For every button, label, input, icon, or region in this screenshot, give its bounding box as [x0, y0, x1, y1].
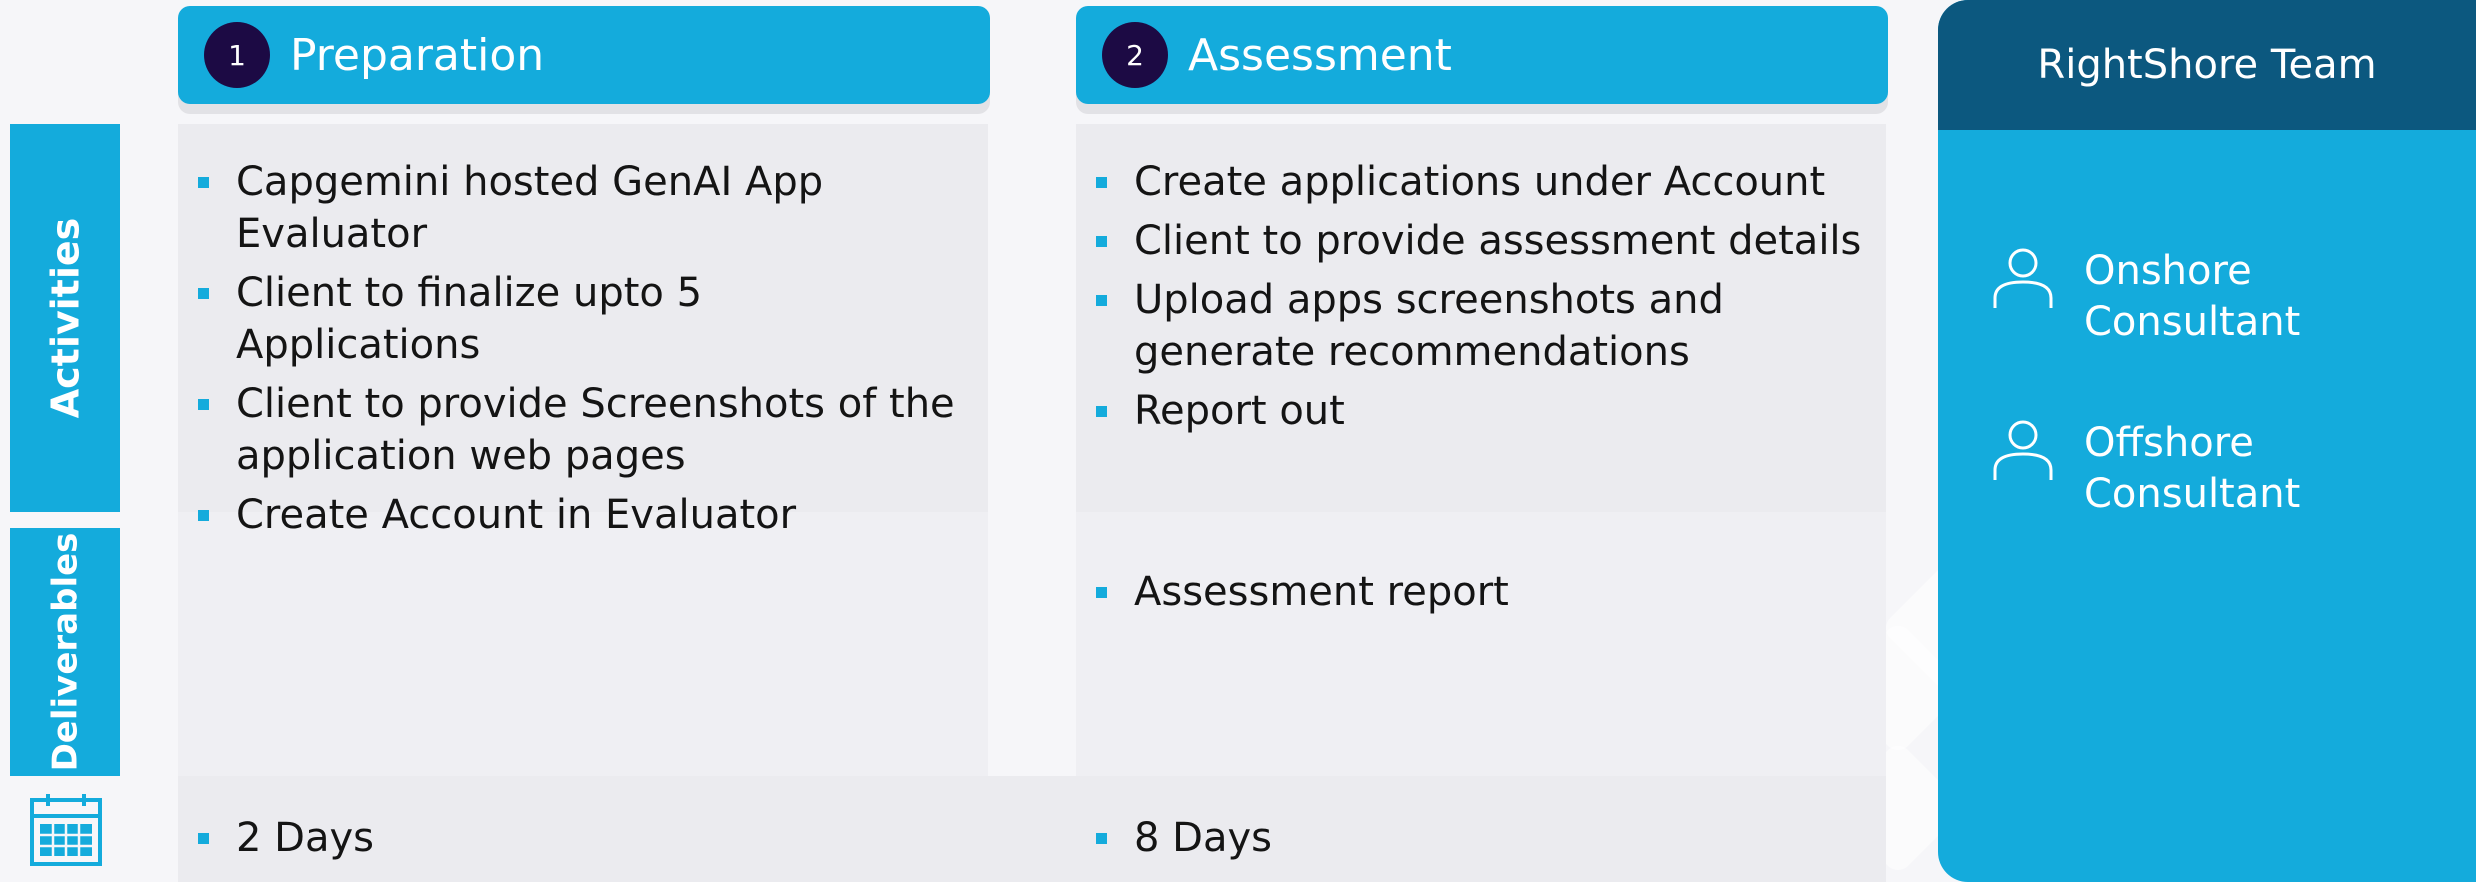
row-label-text: Activities — [43, 217, 88, 419]
duration-text: 8 Days — [1096, 812, 1496, 864]
phase-title: Assessment — [1188, 29, 1452, 81]
list-item: Report out — [1096, 385, 1876, 437]
row-label-activities: Activities — [10, 124, 120, 512]
preparation-duration: 2 Days — [198, 812, 598, 871]
list-item: Create applications under Account — [1096, 156, 1876, 208]
preparation-activities-list: Capgemini hosted GenAI App Evaluator Cli… — [198, 156, 958, 548]
list-item: Client to finalize upto 5 Applications — [198, 267, 958, 371]
list-item: Create Account in Evaluator — [198, 489, 958, 541]
row-label-deliverables: Deliverables — [10, 528, 120, 776]
member-name: Onshore Consultant — [2084, 248, 2301, 345]
person-icon — [1993, 420, 2053, 480]
team-member-onshore: Onshore Consultant — [1992, 246, 2344, 348]
phase-number-badge: 1 — [204, 22, 270, 88]
cell-preparation-deliverables — [178, 512, 988, 776]
phase-header-assessment: 2 Assessment — [1076, 6, 1888, 104]
team-title: RightShore Team — [1938, 0, 2476, 130]
team-panel: RightShore Team Onshore Consultant Offsh… — [1938, 0, 2476, 882]
assessment-deliverables-list: Assessment report — [1096, 566, 1856, 625]
list-item: Client to provide Screenshots of the app… — [198, 378, 958, 482]
calendar-icon — [28, 792, 104, 868]
phase-header-preparation: 1 Preparation — [178, 6, 990, 104]
list-item: Client to provide assessment details — [1096, 215, 1876, 267]
duration-text: 2 Days — [198, 812, 598, 864]
cell-assessment-deliverables — [1076, 512, 1886, 776]
assessment-duration: 8 Days — [1096, 812, 1496, 871]
phase-title: Preparation — [290, 29, 545, 81]
phase-number-badge: 2 — [1102, 22, 1168, 88]
row-label-text: Deliverables — [45, 532, 86, 772]
person-icon — [1993, 248, 2053, 308]
member-name: Offshore Consultant — [2084, 420, 2301, 517]
list-item: Upload apps screenshots and generate rec… — [1096, 274, 1876, 378]
list-item: Assessment report — [1096, 566, 1856, 618]
list-item: Capgemini hosted GenAI App Evaluator — [198, 156, 958, 260]
team-member-offshore: Offshore Consultant — [1992, 418, 2344, 520]
assessment-activities-list: Create applications under Account Client… — [1096, 156, 1876, 444]
